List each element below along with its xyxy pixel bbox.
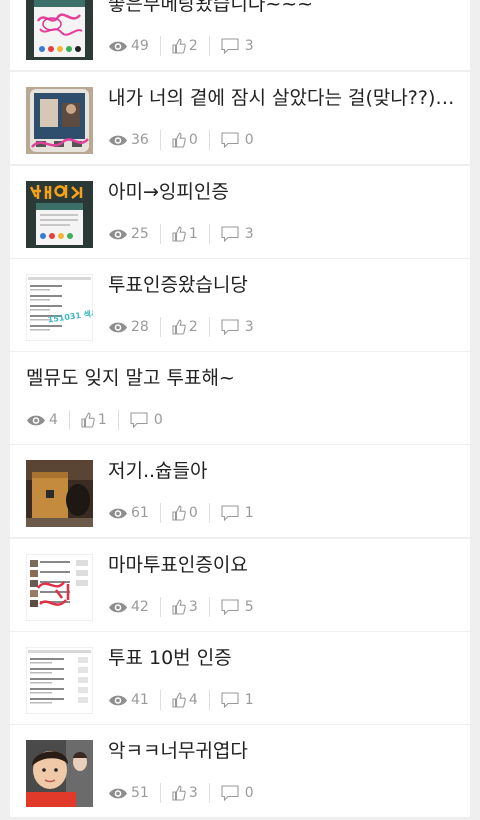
post-title[interactable]: 투표인증왔습니당 <box>108 272 456 298</box>
post-stats: 4 1 0 <box>26 409 163 431</box>
comment-button[interactable]: 1 <box>221 692 254 708</box>
comment-icon <box>221 692 239 708</box>
eye-icon <box>109 322 127 332</box>
like-button[interactable]: 1 <box>172 226 198 242</box>
comment-icon <box>221 319 239 335</box>
eye-icon <box>27 415 45 425</box>
thumbs-up-icon <box>172 38 186 54</box>
post-stats: 41 4 1 <box>108 689 254 711</box>
view-count: 4 <box>26 412 58 428</box>
view-count: 28 <box>108 319 149 335</box>
comment-button[interactable]: 0 <box>221 132 254 148</box>
eye-icon <box>109 41 127 51</box>
post-item[interactable]: 멜뮤도 잊지 말고 투표해~ 4 1 0 <box>10 352 470 444</box>
view-count: 36 <box>108 132 149 148</box>
post-thumbnail[interactable] <box>26 740 93 807</box>
view-count: 25 <box>108 226 149 242</box>
post-item[interactable]: 151031 섹시느낌인증 투표인증왔습니당 28 2 3 <box>10 259 470 351</box>
view-count: 42 <box>108 599 149 615</box>
thumbs-up-icon <box>172 692 186 708</box>
thumbs-up-icon <box>172 505 186 521</box>
comment-icon <box>130 412 148 428</box>
post-thumbnail[interactable] <box>26 0 93 60</box>
eye-icon <box>109 602 127 612</box>
post-feed: 좋은부메랑왔습니다~~~ 49 2 3 내가 너의 곁에 잠시 살았다는 걸(맞… <box>10 0 470 820</box>
post-item[interactable]: 마마투표인증이요 42 3 5 <box>10 539 470 631</box>
view-count: 51 <box>108 785 149 801</box>
thumbs-up-icon <box>81 412 95 428</box>
post-title[interactable]: 멜뮤도 잊지 말고 투표해~ <box>26 365 374 391</box>
thumbs-up-icon <box>172 599 186 615</box>
post-title[interactable]: 저기..슙들아 <box>108 458 456 484</box>
post-stats: 28 2 3 <box>108 316 254 338</box>
comment-icon <box>221 38 239 54</box>
comment-button[interactable]: 0 <box>221 785 254 801</box>
post-stats: 25 1 3 <box>108 223 254 245</box>
post-title[interactable]: 악ㅋㅋ너무귀엽다 <box>108 738 456 764</box>
like-button[interactable]: 2 <box>172 38 198 54</box>
post-title[interactable]: 좋은부메랑왔습니다~~~ <box>108 0 456 17</box>
post-title[interactable]: 마마투표인증이요 <box>108 552 456 578</box>
like-button[interactable]: 0 <box>172 505 198 521</box>
view-count: 41 <box>108 692 149 708</box>
post-title[interactable]: 아미→잉피인증 <box>108 179 456 205</box>
post-stats: 49 2 3 <box>108 35 254 57</box>
post-title[interactable]: 투표 10번 인증 <box>108 645 456 671</box>
eye-icon <box>109 135 127 145</box>
post-item[interactable]: 악ㅋㅋ너무귀엽다 51 3 0 <box>10 725 470 817</box>
post-thumbnail[interactable]: 151031 섹시느낌인증 <box>26 274 93 341</box>
post-item[interactable]: 좋은부메랑왔습니다~~~ 49 2 3 <box>10 0 470 70</box>
comment-icon <box>221 599 239 615</box>
post-thumbnail[interactable] <box>26 181 93 248</box>
like-button[interactable]: 4 <box>172 692 198 708</box>
thumbs-up-icon <box>172 319 186 335</box>
post-thumbnail[interactable] <box>26 554 93 621</box>
post-thumbnail[interactable] <box>26 460 93 527</box>
thumbs-up-icon <box>172 132 186 148</box>
thumbs-up-icon <box>172 785 186 801</box>
post-item[interactable]: 내가 너의 곁에 잠시 살았다는 걸(맞나??) 음… 36 0 0 <box>10 72 470 164</box>
comment-button[interactable]: 1 <box>221 505 254 521</box>
view-count: 49 <box>108 38 149 54</box>
comment-icon <box>221 132 239 148</box>
comment-button[interactable]: 3 <box>221 38 254 54</box>
comment-icon <box>221 226 239 242</box>
post-item[interactable]: 투표 10번 인증 41 4 1 <box>10 632 470 724</box>
comment-button[interactable]: 3 <box>221 319 254 335</box>
comment-icon <box>221 505 239 521</box>
post-thumbnail[interactable] <box>26 87 93 154</box>
view-count: 61 <box>108 505 149 521</box>
eye-icon <box>109 788 127 798</box>
post-item[interactable]: 아미→잉피인증 25 1 3 <box>10 166 470 258</box>
post-stats: 42 3 5 <box>108 596 254 618</box>
comment-button[interactable]: 0 <box>130 412 163 428</box>
like-button[interactable]: 1 <box>81 412 107 428</box>
comment-button[interactable]: 5 <box>221 599 254 615</box>
post-title[interactable]: 내가 너의 곁에 잠시 살았다는 걸(맞나??) 음… <box>108 85 456 111</box>
post-thumbnail[interactable] <box>26 647 93 714</box>
post-stats: 61 0 1 <box>108 502 254 524</box>
thumbs-up-icon <box>172 226 186 242</box>
comment-icon <box>221 785 239 801</box>
comment-button[interactable]: 3 <box>221 226 254 242</box>
eye-icon <box>109 229 127 239</box>
like-button[interactable]: 2 <box>172 319 198 335</box>
like-button[interactable]: 3 <box>172 599 198 615</box>
eye-icon <box>109 695 127 705</box>
post-stats: 51 3 0 <box>108 782 254 804</box>
eye-icon <box>109 508 127 518</box>
like-button[interactable]: 0 <box>172 132 198 148</box>
like-button[interactable]: 3 <box>172 785 198 801</box>
post-stats: 36 0 0 <box>108 129 254 151</box>
post-item[interactable]: 저기..슙들아 61 0 1 <box>10 445 470 537</box>
